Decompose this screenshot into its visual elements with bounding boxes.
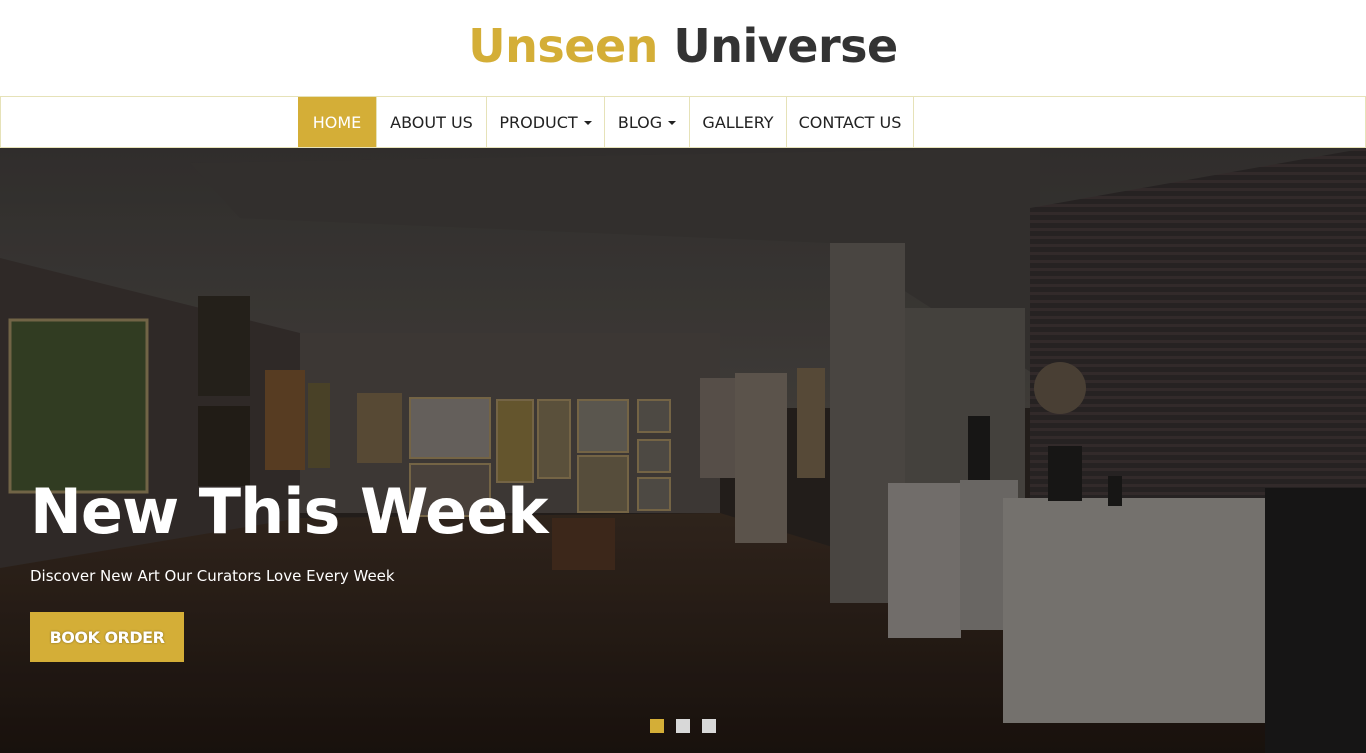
nav-product-label: PRODUCT: [499, 112, 578, 132]
slide-indicator-1[interactable]: [650, 719, 664, 733]
logo-word-universe: Universe: [673, 19, 898, 73]
nav-contact-us-label: CONTACT US: [798, 112, 902, 132]
nav-product[interactable]: PRODUCT: [487, 97, 605, 147]
slide-indicator-3[interactable]: [702, 719, 716, 733]
nav-blog-label: BLOG: [617, 112, 663, 132]
logo-word-unseen: Unseen: [468, 19, 658, 73]
hero-subtitle: Discover New Art Our Curators Love Every…: [30, 567, 395, 585]
site-header: Unseen Universe: [0, 0, 1366, 96]
book-order-button[interactable]: BOOK ORDER: [30, 612, 184, 662]
caret-down-icon: [668, 121, 677, 125]
nav-gallery[interactable]: GALLERY: [690, 97, 787, 147]
slide-indicator-2[interactable]: [676, 719, 690, 733]
nav-contact-us[interactable]: CONTACT US: [787, 97, 914, 147]
nav-home[interactable]: HOME: [298, 97, 377, 147]
nav-gallery-label: GALLERY: [702, 112, 774, 132]
hero-title: New This Week: [30, 475, 548, 548]
nav-about-us-label: ABOUT US: [390, 112, 473, 132]
gallery-background-image: [0, 148, 1366, 753]
nav-blog[interactable]: BLOG: [605, 97, 690, 147]
nav-menu: HOME ABOUT US PRODUCT BLOG GALLERY CONTA…: [298, 97, 914, 147]
slider-indicators: [650, 719, 716, 733]
caret-down-icon: [583, 121, 592, 125]
nav-home-label: HOME: [312, 112, 362, 132]
main-navbar: HOME ABOUT US PRODUCT BLOG GALLERY CONTA…: [0, 96, 1366, 148]
nav-about-us[interactable]: ABOUT US: [377, 97, 487, 147]
site-logo[interactable]: Unseen Universe: [0, 18, 1366, 74]
hero-slider: New This Week Discover New Art Our Curat…: [0, 148, 1366, 753]
